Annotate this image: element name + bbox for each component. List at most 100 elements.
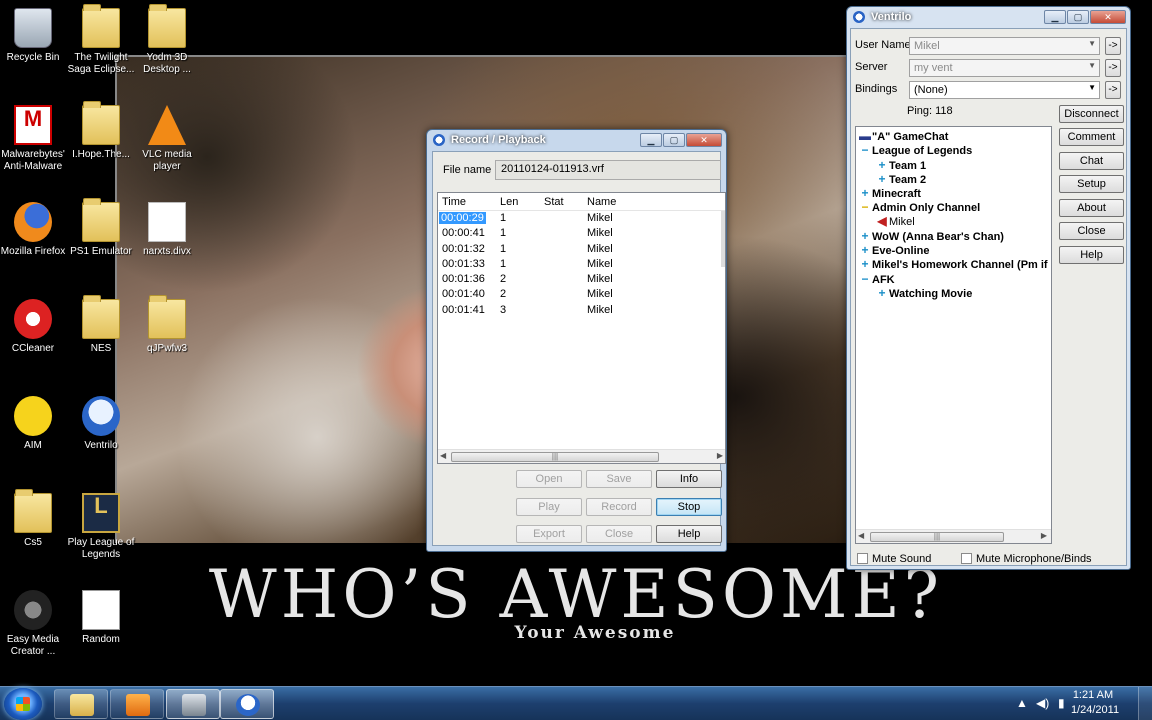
tree-channel-afk[interactable]: − AFK xyxy=(858,272,894,286)
scroll-right-icon[interactable]: ▶ xyxy=(717,451,723,460)
scroll-left-icon[interactable]: ◀ xyxy=(440,451,446,460)
desktop-icon-label: Random xyxy=(82,634,120,645)
volume-icon[interactable]: ◀) xyxy=(1036,696,1049,710)
tree-label: "A" GameChat xyxy=(872,131,949,143)
table-row[interactable]: 00:01:36 2 Mikel xyxy=(438,272,725,287)
tree-label: Minecraft xyxy=(872,188,921,200)
tree-channel-admin-only[interactable]: − Admin Only Channel xyxy=(858,200,980,214)
desktop-icon-vlc[interactable]: VLC media player xyxy=(128,105,206,173)
disconnect-button[interactable]: Disconnect xyxy=(1059,105,1124,123)
recording-list[interactable]: Time Len Stat Name 00:00:29 1 Mikel 00:0… xyxy=(437,192,726,464)
tree-channel-watching-movie[interactable]: + Watching Movie xyxy=(875,286,972,300)
tree-channel-league-of-legends[interactable]: − League of Legends xyxy=(858,143,972,157)
column-stat[interactable]: Stat xyxy=(544,196,564,208)
tree-server[interactable]: ▬"A" GameChat xyxy=(858,129,948,143)
comment-button[interactable]: Comment xyxy=(1059,128,1124,146)
open-button[interactable]: Open xyxy=(516,470,582,488)
setup-button[interactable]: Setup xyxy=(1059,175,1124,193)
show-hidden-icons-icon[interactable]: ▲ xyxy=(1016,696,1028,710)
scrollbar-thumb[interactable]: ||| xyxy=(451,452,659,462)
row-time: 00:01:36 xyxy=(442,273,485,286)
horizontal-scrollbar[interactable]: ◀ ||| ▶ xyxy=(856,529,1051,543)
help-button[interactable]: Help xyxy=(1059,246,1124,264)
scrollbar-thumb[interactable]: ||| xyxy=(870,532,1004,542)
media-player-icon xyxy=(126,694,150,716)
close-window-button[interactable]: ✕ xyxy=(1090,10,1126,24)
save-button[interactable]: Save xyxy=(586,470,652,488)
tree-user-mikel[interactable]: ◀ Mikel xyxy=(875,214,914,228)
record-playback-titlebar[interactable]: Record / Playback ▁ ▢ ✕ xyxy=(427,130,726,150)
stop-button[interactable]: Stop xyxy=(656,498,722,516)
window-title: Ventrilo xyxy=(871,11,912,23)
maximize-button[interactable]: ▢ xyxy=(1067,10,1089,24)
column-time[interactable]: Time xyxy=(442,196,466,208)
close-window-button[interactable]: ✕ xyxy=(686,133,722,147)
maximize-button[interactable]: ▢ xyxy=(663,133,685,147)
table-row[interactable]: 00:01:33 1 Mikel xyxy=(438,257,725,272)
tree-channel-wow[interactable]: + WoW (Anna Bear's Chan) xyxy=(858,229,1004,243)
mute-sound-checkbox[interactable]: Mute Sound xyxy=(857,553,931,565)
tree-channel-team-2[interactable]: + Team 2 xyxy=(875,172,926,186)
bindings-arrow-button[interactable]: -> xyxy=(1105,81,1121,99)
tree-label: Admin Only Channel xyxy=(872,202,981,214)
minimize-button[interactable]: ▁ xyxy=(1044,10,1066,24)
chevron-down-icon: ▼ xyxy=(1088,39,1096,48)
tree-channel-homework[interactable]: + Mikel's Homework Channel (Pm if xyxy=(858,257,1047,271)
server-select[interactable]: my vent ▼ xyxy=(909,59,1100,77)
help-button[interactable]: Help xyxy=(656,525,722,543)
tree-channel-minecraft[interactable]: + Minecraft xyxy=(858,186,921,200)
table-row[interactable]: 00:00:29 1 Mikel xyxy=(438,211,725,226)
desktop-icon-yodm-folder[interactable]: Yodm 3D Desktop ... xyxy=(128,4,206,76)
column-len[interactable]: Len xyxy=(500,196,518,208)
table-row[interactable]: 00:01:32 1 Mikel xyxy=(438,242,725,257)
user-name-select[interactable]: Mikel ▼ xyxy=(909,37,1100,55)
table-row[interactable]: 00:01:40 2 Mikel xyxy=(438,287,725,302)
taskbar-media-player[interactable] xyxy=(110,689,164,719)
expand-icon: + xyxy=(878,172,886,186)
clock-time[interactable]: 1:21 AM xyxy=(1058,689,1128,701)
desktop-icon-narxts-file[interactable]: narxts.divx xyxy=(128,202,206,258)
file-name-field: 20110124-011913.vrf xyxy=(495,160,721,180)
checkbox-label: Mute Sound xyxy=(872,553,932,565)
clock-date[interactable]: 1/24/2011 xyxy=(1058,704,1132,716)
channel-tree[interactable]: ▬"A" GameChat − League of Legends + Team 1… xyxy=(855,126,1052,544)
bindings-select[interactable]: (None) ▼ xyxy=(909,81,1100,99)
table-row[interactable]: 00:00:41 1 Mikel xyxy=(438,226,725,241)
tree-channel-eve-online[interactable]: + Eve-Online xyxy=(858,243,929,257)
expand-icon: + xyxy=(861,243,869,257)
collapse-icon: − xyxy=(861,143,869,157)
export-button[interactable]: Export xyxy=(516,525,582,543)
show-desktop-button[interactable] xyxy=(1138,687,1152,720)
table-row[interactable]: 00:01:41 3 Mikel xyxy=(438,303,725,318)
start-button[interactable] xyxy=(4,688,42,720)
close-button[interactable]: Close xyxy=(1059,222,1124,240)
about-button[interactable]: About xyxy=(1059,199,1124,217)
info-button[interactable]: Info xyxy=(656,470,722,488)
scroll-right-icon[interactable]: ▶ xyxy=(1041,531,1047,540)
taskbar-ventrilo[interactable] xyxy=(220,689,274,719)
row-time: 00:01:32 xyxy=(442,242,485,255)
play-button[interactable]: Play xyxy=(516,498,582,516)
desktop-icon-league-of-legends[interactable]: Play League of Legends xyxy=(62,493,140,561)
tree-channel-team-1[interactable]: + Team 1 xyxy=(875,158,926,172)
desktop-icon-ventrilo[interactable]: Ventrilo xyxy=(62,396,140,452)
chat-button[interactable]: Chat xyxy=(1059,152,1124,170)
taskbar-ventrilo-record[interactable] xyxy=(166,689,220,719)
horizontal-scrollbar[interactable]: ◀ ||| ▶ xyxy=(438,449,725,463)
user-name-arrow-button[interactable]: -> xyxy=(1105,37,1121,55)
record-button[interactable]: Record xyxy=(586,498,652,516)
desktop-icon-random-file[interactable]: Random xyxy=(62,590,140,646)
desktop-icon-qjpwfw3-folder[interactable]: qJPwfw3 xyxy=(128,295,206,355)
close-button[interactable]: Close xyxy=(586,525,652,543)
record-playback-client: File name 20110124-011913.vrf Time Len S… xyxy=(432,151,726,546)
taskbar-explorer[interactable] xyxy=(54,689,108,719)
ventrilo-icon xyxy=(433,134,445,146)
scroll-left-icon[interactable]: ◀ xyxy=(858,531,864,540)
ventrilo-titlebar[interactable]: Ventrilo ▁ ▢ ✕ xyxy=(847,7,1130,27)
minimize-button[interactable]: ▁ xyxy=(640,133,662,147)
column-name[interactable]: Name xyxy=(587,196,616,208)
mute-microphone-checkbox[interactable]: Mute Microphone/Binds xyxy=(961,553,1092,565)
desktop-icon-label: Yodm 3D Desktop ... xyxy=(143,52,191,75)
server-arrow-button[interactable]: -> xyxy=(1105,59,1121,77)
expand-icon: + xyxy=(878,286,886,300)
